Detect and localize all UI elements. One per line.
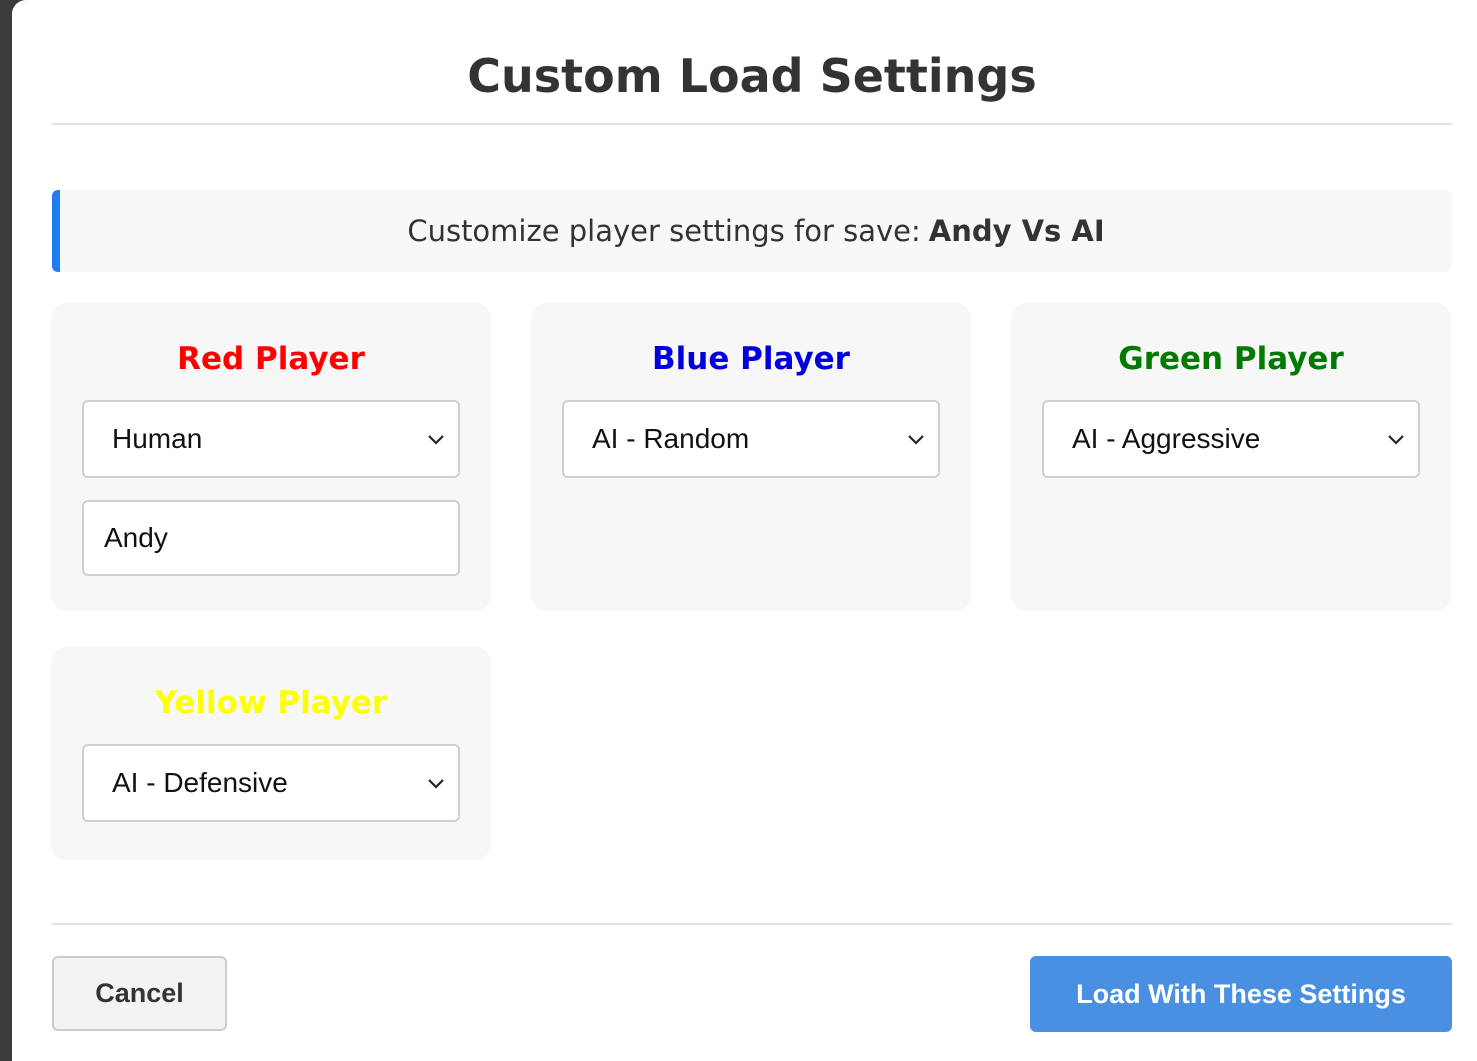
chevron-down-icon: [428, 435, 444, 445]
player-type-value-green: AI - Aggressive: [1072, 423, 1261, 454]
player-card-red: Red Player Human: [52, 303, 490, 608]
player-type-value-blue: AI - Random: [592, 423, 750, 454]
player-name-input-red[interactable]: [82, 500, 460, 576]
custom-load-dialog: Custom Load Settings Customize player se…: [12, 0, 1477, 1061]
save-name: Andy Vs AI: [928, 214, 1105, 248]
player-type-value-yellow: AI - Defensive: [112, 767, 288, 798]
player-title-yellow: Yellow Player: [154, 685, 388, 721]
player-title-green: Green Player: [1118, 341, 1344, 377]
player-card-yellow: Yellow Player AI - Defensive: [52, 647, 490, 857]
chevron-down-icon: [1388, 435, 1404, 445]
load-with-settings-button[interactable]: Load With These Settings: [1030, 956, 1452, 1032]
player-card-blue: Blue Player AI - Random: [532, 303, 970, 608]
backdrop: [0, 0, 12, 1061]
save-info-banner: Customize player settings for save: Andy…: [52, 190, 1452, 272]
player-type-select-red[interactable]: Human: [82, 400, 460, 478]
player-title-red: Red Player: [177, 341, 365, 377]
footer-divider: [52, 923, 1452, 925]
dialog-title: Custom Load Settings: [467, 49, 1037, 103]
player-type-select-green[interactable]: AI - Aggressive: [1042, 400, 1420, 478]
player-type-select-yellow[interactable]: AI - Defensive: [82, 744, 460, 822]
player-type-value-red: Human: [112, 423, 203, 454]
header-divider: [52, 123, 1452, 125]
player-type-select-blue[interactable]: AI - Random: [562, 400, 940, 478]
save-info-text: Customize player settings for save:: [407, 214, 921, 248]
chevron-down-icon: [908, 435, 924, 445]
cancel-button[interactable]: Cancel: [52, 956, 227, 1031]
player-title-blue: Blue Player: [652, 341, 850, 377]
chevron-down-icon: [428, 779, 444, 789]
player-card-green: Green Player AI - Aggressive: [1012, 303, 1450, 608]
